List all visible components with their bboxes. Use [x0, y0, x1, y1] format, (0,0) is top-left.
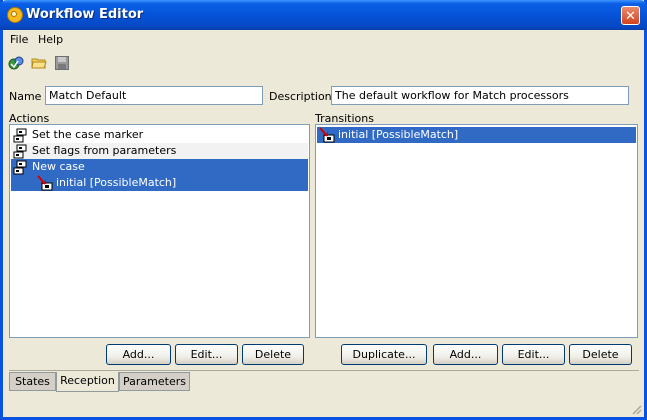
tab-parameters[interactable]: Parameters — [119, 372, 190, 391]
name-field[interactable]: Match Default — [45, 86, 263, 105]
actions-edit-button[interactable]: Edit... — [175, 344, 238, 365]
transition-icon — [319, 127, 335, 143]
list-item[interactable]: initial [PossibleMatch] — [317, 127, 636, 143]
list-item[interactable]: initial [PossibleMatch] — [11, 175, 308, 191]
description-label: Description — [269, 90, 332, 103]
app-icon — [7, 7, 23, 23]
toolbar — [3, 52, 644, 74]
close-button[interactable]: ✕ — [621, 6, 640, 25]
resize-grip-icon[interactable] — [630, 403, 642, 415]
action-icon — [13, 144, 27, 159]
menu-file[interactable]: File — [10, 33, 28, 46]
actions-add-button[interactable]: Add... — [106, 344, 171, 365]
workflow-editor-window: Workflow Editor ✕ File Help Name Match D… — [0, 0, 647, 420]
actions-delete-button[interactable]: Delete — [242, 344, 304, 365]
list-item[interactable]: Set the case marker — [11, 127, 308, 143]
transitions-list[interactable]: initial [PossibleMatch] — [315, 124, 638, 338]
open-folder-icon[interactable] — [31, 55, 47, 71]
menu-bar: File Help — [3, 30, 644, 49]
new-workflow-icon[interactable] — [8, 55, 24, 71]
transitions-duplicate-button[interactable]: Duplicate... — [341, 344, 427, 365]
transitions-delete-button[interactable]: Delete — [569, 344, 632, 365]
tab-states[interactable]: States — [9, 372, 56, 391]
transition-icon — [37, 175, 53, 191]
list-item[interactable]: Set flags from parameters — [11, 143, 308, 159]
save-icon[interactable] — [54, 55, 70, 71]
action-icon — [13, 160, 27, 175]
action-icon — [13, 128, 27, 143]
tab-reception[interactable]: Reception — [56, 372, 119, 392]
window-title: Workflow Editor — [26, 7, 144, 22]
name-label: Name — [9, 90, 42, 103]
menu-help[interactable]: Help — [38, 33, 63, 46]
actions-list[interactable]: Set the case marker Set flags from param… — [9, 124, 310, 338]
description-field[interactable]: The default workflow for Match processor… — [331, 86, 629, 105]
list-item[interactable]: New case — [11, 159, 308, 175]
transitions-add-button[interactable]: Add... — [433, 344, 498, 365]
title-bar[interactable]: Workflow Editor ✕ — [0, 0, 647, 30]
transitions-edit-button[interactable]: Edit... — [502, 344, 565, 365]
tab-strip-separator — [9, 370, 639, 371]
